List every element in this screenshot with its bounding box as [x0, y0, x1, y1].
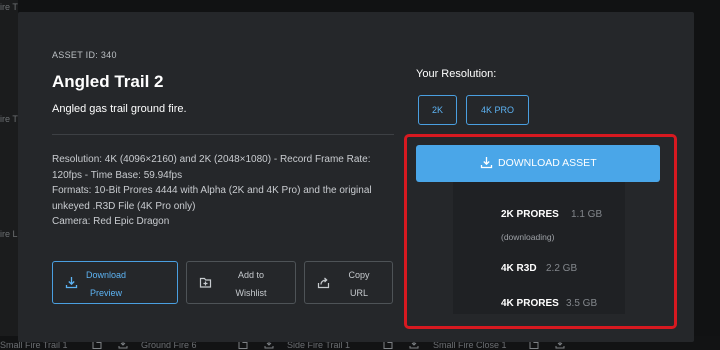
asset-specs: Resolution: 4K (4096×2160) and 2K (2048×…: [52, 152, 397, 230]
background-thumb-label: ire L: [0, 229, 18, 239]
divider: [52, 134, 394, 135]
add-to-wishlist-button[interactable]: Add to Wishlist: [186, 261, 296, 304]
background-thumb-label: ire T: [0, 2, 18, 12]
download-preview-button[interactable]: Download Preview: [52, 261, 178, 304]
asset-title: Angled Trail 2: [52, 72, 164, 91]
background-left-strip: [0, 0, 18, 350]
copy-url-button[interactable]: Copy URL: [304, 261, 393, 304]
share-icon: [317, 276, 330, 289]
resolution-label: Your Resolution:: [416, 68, 497, 80]
spec-line: 120fps - Time Base: 59.94fps: [52, 169, 183, 181]
spec-line: Camera: Red Epic Dragon: [52, 216, 170, 227]
copy-url-label: Copy URL: [348, 270, 370, 298]
resolution-option-4k-pro[interactable]: 4K PRO: [466, 95, 529, 125]
highlight-box: [404, 134, 677, 329]
spec-line: unkeyed .R3D File (4K Pro only): [52, 200, 196, 212]
asset-id: ASSET ID: 340: [52, 50, 117, 60]
background-thumb-label: ire T: [0, 114, 18, 124]
resolution-option-2k[interactable]: 2K: [418, 95, 457, 125]
folder-plus-icon: [199, 276, 212, 289]
download-icon: [65, 276, 78, 289]
add-to-wishlist-label: Add to Wishlist: [235, 270, 267, 298]
download-preview-label: Download Preview: [85, 270, 127, 298]
spec-line: Formats: 10-Bit Prores 4444 with Alpha (…: [52, 185, 372, 196]
asset-modal: ASSET ID: 340 Angled Trail 2 Angled gas …: [18, 12, 694, 342]
spec-line: Resolution: 4K (4096×2160) and 2K (2048×…: [52, 154, 371, 165]
asset-description: Angled gas trail ground fire.: [52, 103, 187, 115]
